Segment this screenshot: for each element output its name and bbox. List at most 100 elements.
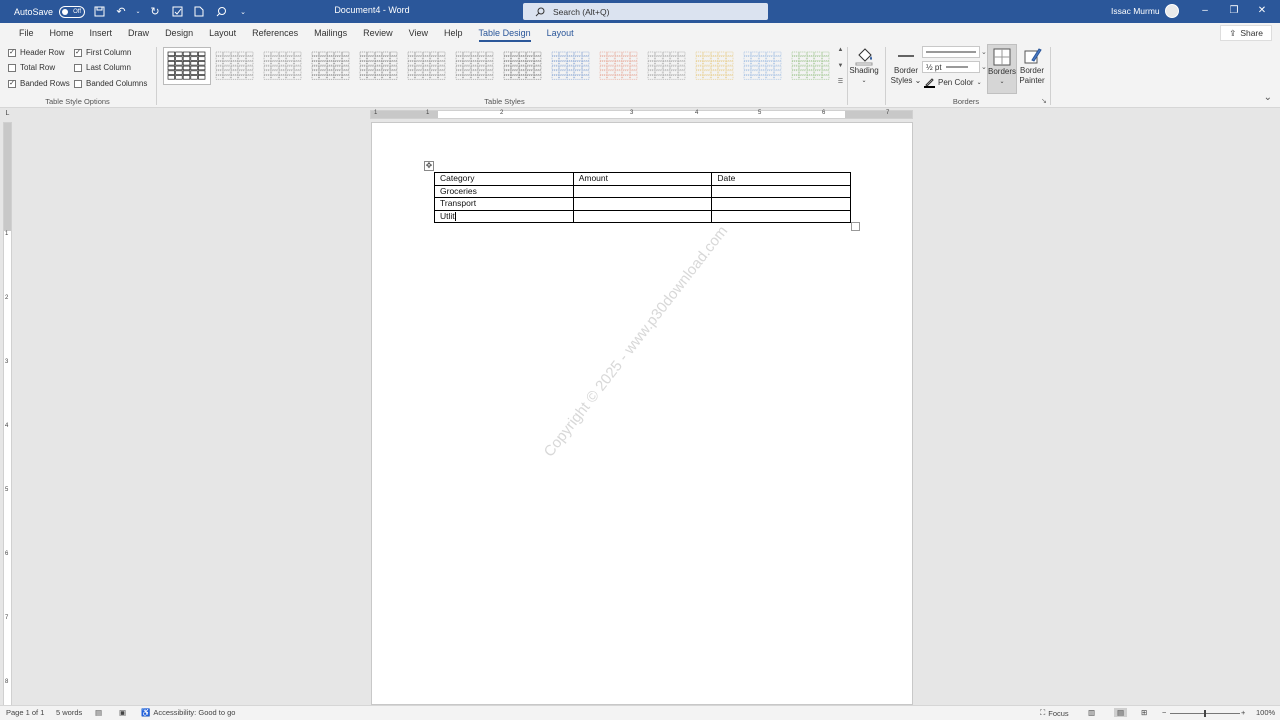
table-style-thumbnail[interactable] bbox=[595, 47, 643, 85]
word-count[interactable]: 5 words bbox=[56, 708, 82, 717]
table-style-thumbnail[interactable] bbox=[211, 47, 259, 85]
table-style-thumbnail[interactable] bbox=[403, 47, 451, 85]
dialog-launcher-icon[interactable]: ↘ bbox=[1041, 97, 1047, 105]
minimize-icon[interactable]: – bbox=[1198, 4, 1212, 18]
banded-rows-checkbox[interactable]: ✓ Banded Rows bbox=[8, 79, 70, 88]
table-style-icon bbox=[407, 51, 446, 80]
document-table[interactable]: Category Amount Date Groceries Transport Utli… bbox=[434, 172, 851, 223]
ruler-number: 5 bbox=[5, 487, 9, 493]
border-styles-button[interactable]: Border Styles ⌄ bbox=[890, 46, 922, 86]
close-icon[interactable]: ✕ bbox=[1255, 4, 1269, 18]
table-resize-handle[interactable] bbox=[851, 222, 860, 231]
search-placeholder: Search (Alt+Q) bbox=[553, 6, 610, 17]
tab-table-design[interactable]: Table Design bbox=[471, 23, 539, 43]
gallery-down-icon[interactable]: ▼ bbox=[838, 63, 844, 69]
header-row-checkbox[interactable]: ✓ Header Row bbox=[8, 48, 64, 57]
zoom-in-icon[interactable]: + bbox=[1241, 708, 1245, 717]
first-column-checkbox[interactable]: ✓ First Column bbox=[74, 48, 131, 57]
tab-table-layout[interactable]: Layout bbox=[539, 23, 582, 43]
table-style-thumbnail[interactable] bbox=[163, 47, 211, 85]
border-styles-icon bbox=[898, 55, 914, 57]
total-row-checkbox[interactable]: Total Row bbox=[8, 63, 55, 72]
focus-button[interactable]: ⛶ Focus bbox=[1040, 708, 1069, 718]
table-cell[interactable]: Groceries bbox=[434, 184, 574, 198]
table-style-icon bbox=[551, 51, 590, 80]
collapse-ribbon-icon[interactable]: ⌄ bbox=[1264, 92, 1272, 103]
chevron-down-icon[interactable]: ⌄ bbox=[981, 63, 987, 71]
table-cell[interactable] bbox=[572, 184, 713, 198]
last-column-checkbox[interactable]: Last Column bbox=[74, 63, 131, 72]
page-count[interactable]: Page 1 of 1 bbox=[6, 708, 44, 717]
title-bar: AutoSave Off ↶ ⌄ ↻ ⌄ Document4 - Word Se… bbox=[0, 0, 1280, 23]
table-row: Groceries bbox=[434, 184, 851, 198]
user-name[interactable]: Issac Murmu bbox=[1111, 6, 1160, 16]
horizontal-ruler[interactable]: 1 1 2 3 4 5 6 7 bbox=[370, 110, 913, 119]
table-style-thumbnail[interactable] bbox=[259, 47, 307, 85]
shading-label: Shading bbox=[849, 66, 879, 75]
banded-columns-checkbox[interactable]: Banded Columns bbox=[74, 79, 147, 88]
gallery-up-icon[interactable]: ▲ bbox=[838, 47, 844, 53]
table-style-thumbnail[interactable] bbox=[355, 47, 403, 85]
tab-design[interactable]: Design bbox=[157, 23, 201, 43]
tab-references[interactable]: References bbox=[244, 23, 306, 43]
table-style-thumbnail[interactable] bbox=[451, 47, 499, 85]
gallery-more-icon[interactable]: ☰ bbox=[838, 78, 843, 85]
borders-icon bbox=[993, 48, 1011, 66]
table-cell[interactable] bbox=[711, 197, 851, 211]
table-style-icon bbox=[311, 51, 350, 80]
border-painter-icon bbox=[1024, 48, 1042, 64]
borders-button[interactable]: Borders ⌄ bbox=[987, 44, 1017, 94]
right-margin-area bbox=[845, 111, 912, 118]
chevron-down-icon[interactable]: ⌄ bbox=[981, 48, 987, 56]
proofing-icon[interactable]: ▤ bbox=[95, 708, 102, 717]
tab-mailings[interactable]: Mailings bbox=[306, 23, 355, 43]
table-cell[interactable]: Date bbox=[711, 172, 851, 186]
share-button[interactable]: ⇪ Share bbox=[1220, 25, 1272, 41]
line-weight-dropdown[interactable]: ½ pt bbox=[922, 61, 980, 73]
line-style-dropdown[interactable] bbox=[922, 46, 980, 58]
table-cell[interactable] bbox=[572, 209, 713, 223]
table-style-thumbnail[interactable] bbox=[307, 47, 355, 85]
shading-button[interactable]: Shading ⌄ bbox=[849, 46, 879, 86]
tab-help[interactable]: Help bbox=[436, 23, 471, 43]
tab-home[interactable]: Home bbox=[42, 23, 82, 43]
table-cell[interactable]: Category bbox=[434, 172, 574, 186]
table-move-handle-icon[interactable]: ✥ bbox=[424, 161, 434, 171]
table-cell[interactable]: Transport bbox=[434, 197, 574, 211]
zoom-level[interactable]: 100% bbox=[1256, 708, 1275, 717]
tab-file[interactable]: File bbox=[11, 23, 42, 43]
tab-view[interactable]: View bbox=[401, 23, 436, 43]
status-bar: Page 1 of 1 5 words ▤ ▣ ♿ Accessibility:… bbox=[0, 705, 1280, 720]
table-style-thumbnail[interactable] bbox=[499, 47, 547, 85]
zoom-out-icon[interactable]: − bbox=[1162, 708, 1166, 717]
tab-review[interactable]: Review bbox=[355, 23, 401, 43]
accessibility-status[interactable]: ♿ Accessibility: Good to go bbox=[141, 708, 235, 717]
search-box[interactable]: Search (Alt+Q) bbox=[523, 3, 768, 20]
tab-selector-icon[interactable]: L bbox=[3, 110, 12, 119]
tab-layout[interactable]: Layout bbox=[201, 23, 244, 43]
tab-insert[interactable]: Insert bbox=[82, 23, 121, 43]
table-style-thumbnail[interactable] bbox=[739, 47, 787, 85]
read-mode-icon[interactable]: ▥ bbox=[1088, 708, 1095, 717]
table-style-thumbnail[interactable] bbox=[691, 47, 739, 85]
avatar[interactable] bbox=[1165, 4, 1179, 18]
tab-draw[interactable]: Draw bbox=[120, 23, 157, 43]
table-cell[interactable] bbox=[572, 197, 713, 211]
pen-color-button[interactable]: Pen Color ⌄ bbox=[924, 77, 982, 88]
print-layout-icon[interactable]: ▤ bbox=[1114, 708, 1128, 717]
table-cell[interactable]: Amount bbox=[572, 172, 713, 186]
table-cell[interactable] bbox=[711, 184, 851, 198]
table-style-thumbnail[interactable] bbox=[643, 47, 691, 85]
table-cell[interactable]: Utlit bbox=[434, 209, 574, 223]
document-page[interactable]: Copyright © 2025 - www.p30download.com ✥… bbox=[371, 122, 913, 705]
restore-icon[interactable]: ❐ bbox=[1227, 4, 1241, 18]
web-layout-icon[interactable]: ⊞ bbox=[1141, 708, 1147, 717]
vertical-ruler[interactable]: 1 2 3 4 5 6 7 8 bbox=[3, 122, 12, 706]
macro-icon[interactable]: ▣ bbox=[119, 708, 126, 717]
border-painter-button[interactable]: Border Painter bbox=[1017, 46, 1047, 86]
table-cell[interactable] bbox=[711, 209, 851, 223]
table-style-thumbnail[interactable] bbox=[787, 47, 835, 85]
table-style-thumbnail[interactable] bbox=[547, 47, 595, 85]
checkbox-unchecked-icon bbox=[74, 63, 82, 72]
zoom-slider-thumb[interactable] bbox=[1204, 710, 1206, 717]
